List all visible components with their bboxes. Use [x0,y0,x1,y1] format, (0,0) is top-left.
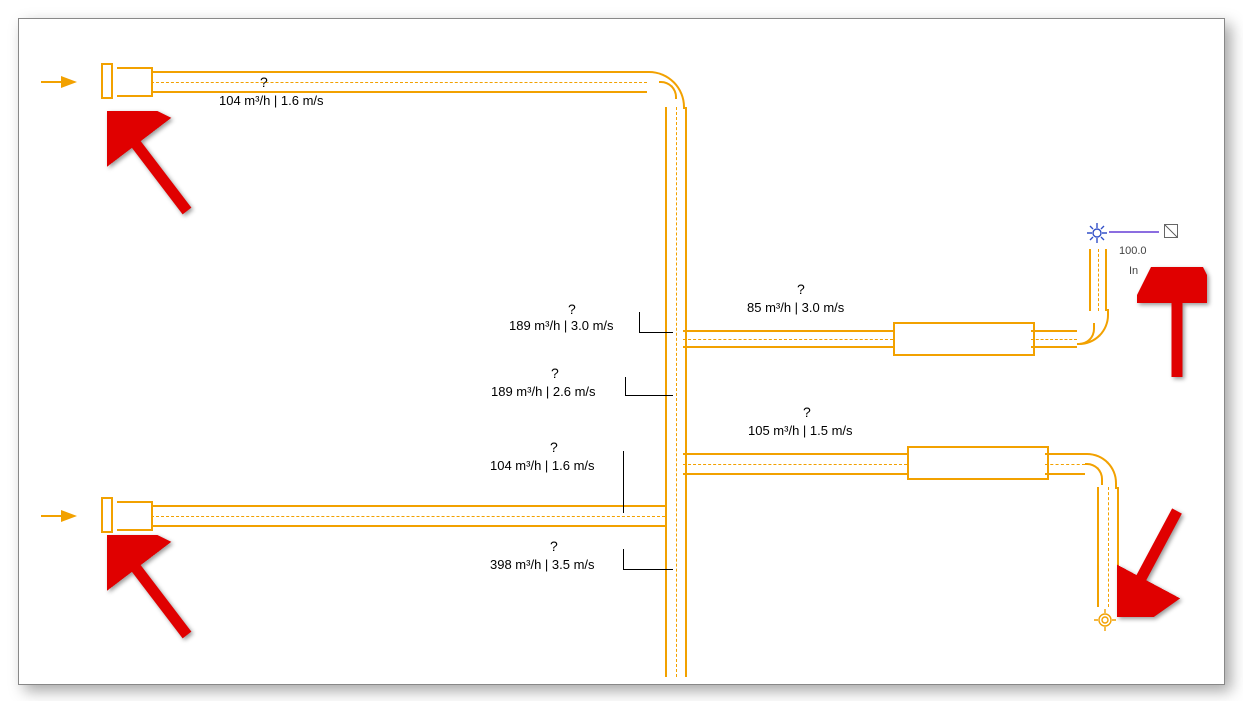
flow-label: 104 m³/h | 1.6 m/s [490,458,595,473]
duct-segment [1031,330,1077,348]
duct-canvas: ? 104 m³/h | 1.6 m/s ? 189 m³/h | 3.0 m/… [19,19,1224,684]
inlet-box [101,497,113,533]
red-arrow-icon [107,111,207,221]
flow-label: 105 m³/h | 1.5 m/s [748,423,853,438]
compass-icon [1086,222,1108,244]
size-unknown-icon: ? [260,74,268,90]
flow-label: 398 m³/h | 3.5 m/s [490,557,595,572]
flow-label: 85 m³/h | 3.0 m/s [747,300,844,315]
duct-silencer [907,446,1049,480]
duct-segment [683,453,907,475]
duct-segment [683,330,893,348]
leader-line [623,451,624,513]
size-unknown-icon: ? [550,538,558,554]
duct-segment [151,505,665,527]
size-unknown-icon: ? [551,365,559,381]
red-arrow-icon [107,535,207,645]
inlet-arrow-icon [61,510,77,522]
terminal-connector [1109,231,1159,233]
leader-line [623,569,673,570]
duct-silencer [893,322,1035,356]
duct-taper [117,67,153,97]
size-unknown-icon: ? [568,301,576,317]
duct-segment [151,71,647,93]
red-arrow-icon [1117,497,1197,617]
duct-taper [117,501,153,531]
diagram-frame: ? 104 m³/h | 1.6 m/s ? 189 m³/h | 3.0 m/… [18,18,1225,685]
inlet-arrow-icon [61,76,77,88]
flow-label: 189 m³/h | 2.6 m/s [491,384,596,399]
size-unknown-icon: ? [803,404,811,420]
flow-label: 189 m³/h | 3.0 m/s [509,318,614,333]
leader-line [625,377,626,395]
leader-line [639,332,673,333]
compass-icon [1094,609,1116,631]
duct-segment [1089,249,1107,311]
terminal-icon [1164,224,1178,238]
terminal-value: 100.0 [1119,245,1147,257]
size-unknown-icon: ? [797,281,805,297]
duct-segment [1045,453,1085,475]
inlet-box [101,63,113,99]
duct-segment [1097,487,1119,607]
flow-label: 104 m³/h | 1.6 m/s [219,93,324,108]
size-unknown-icon: ? [550,439,558,455]
duct-segment [665,107,687,677]
leader-line [625,395,673,396]
leader-line [623,549,624,569]
leader-line [639,312,640,332]
red-arrow-icon [1137,267,1207,387]
